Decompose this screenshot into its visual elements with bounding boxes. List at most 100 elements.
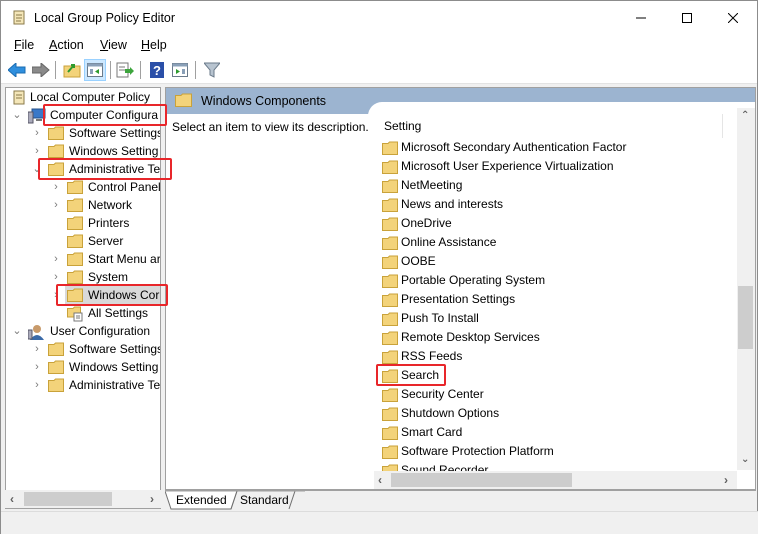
close-icon	[728, 12, 738, 23]
menu-file[interactable]: File	[14, 38, 34, 52]
tab-extended[interactable]: Extended	[176, 491, 227, 510]
back-button[interactable]	[6, 59, 28, 81]
tree-item-computer-configura[interactable]: ⌄ Computer Configura	[6, 106, 160, 124]
tree-item-software-settings[interactable]: › Software Settings	[6, 124, 160, 142]
menu-view[interactable]: View	[100, 38, 127, 52]
minimize-button[interactable]	[618, 1, 664, 34]
menu-help-label: elp	[150, 38, 167, 52]
tree-item-administrative-te[interactable]: › Administrative Te	[6, 376, 161, 394]
list-item-label: Search	[401, 368, 440, 382]
show-hide-action-pane-icon	[172, 63, 188, 77]
menu-action[interactable]: Action	[49, 38, 84, 52]
menu-view-accel: V	[100, 38, 109, 52]
chevron-right-icon[interactable]: ›	[32, 142, 42, 160]
scroll-up-icon[interactable]: ⌃	[741, 110, 749, 121]
tree-item-administrative-te[interactable]: ⌄ Administrative Te	[6, 160, 160, 178]
view-tabs: Extended Standard	[165, 490, 756, 510]
up-one-level-button[interactable]	[61, 59, 83, 81]
chevron-right-icon[interactable]: ›	[32, 340, 42, 358]
scroll-right-icon[interactable]: ›	[724, 473, 728, 487]
menu-help[interactable]: Help	[141, 38, 167, 52]
folder-icon	[382, 369, 398, 389]
tree-item-windows-setting[interactable]: › Windows Setting	[6, 142, 160, 160]
tree-item-label: Start Menu ar	[88, 252, 161, 266]
help-icon: ?	[150, 62, 164, 78]
tree-item-printers[interactable]: Printers	[6, 214, 160, 232]
tree-item-label: Server	[88, 234, 124, 248]
tree-item-server[interactable]: Server	[6, 232, 160, 250]
toolbar-separator	[140, 61, 141, 79]
list-item-label: Microsoft User Experience Virtualization	[401, 159, 614, 173]
scroll-left-icon[interactable]: ‹	[378, 473, 382, 487]
tree-item-label: Windows Setting	[69, 144, 159, 158]
chevron-right-icon[interactable]: ›	[51, 178, 61, 196]
show-hide-action-pane-button[interactable]	[169, 59, 191, 81]
scroll-down-icon[interactable]: ⌄	[741, 454, 749, 465]
folder-icon	[48, 378, 64, 392]
chevron-right-icon[interactable]: ›	[51, 286, 61, 304]
close-button[interactable]	[710, 1, 756, 34]
tree-item-windows-setting[interactable]: › Windows Setting	[6, 358, 160, 376]
chevron-right-icon[interactable]: ›	[32, 124, 42, 142]
tree-item-label: Windows Setting	[69, 360, 159, 374]
export-list-button[interactable]	[114, 59, 136, 81]
tree-item-network[interactable]: › Network	[6, 196, 160, 214]
back-arrow-icon	[8, 63, 26, 77]
chevron-down-icon[interactable]: ⌄	[32, 160, 42, 178]
tree-item-all-settings[interactable]: All Settings	[6, 304, 160, 322]
tree-item-label: Administrative Te	[69, 378, 161, 392]
folder-icon	[382, 312, 398, 332]
tree-item-software-settings[interactable]: › Software Settings	[6, 340, 161, 358]
maximize-icon	[682, 12, 692, 23]
chevron-down-icon[interactable]: ⌄	[12, 106, 22, 124]
scroll-left-icon[interactable]: ‹	[10, 492, 14, 506]
up-folder-icon	[63, 64, 81, 78]
maximize-button[interactable]	[664, 1, 710, 34]
list-item-label: OOBE	[401, 254, 436, 268]
show-hide-console-tree-button[interactable]	[84, 59, 106, 81]
folder-icon	[175, 93, 192, 110]
scroll-right-icon[interactable]: ›	[150, 492, 154, 506]
filter-button[interactable]	[201, 59, 223, 81]
chevron-down-icon[interactable]: ⌄	[12, 322, 22, 340]
description-text: Select an item to view its description.	[172, 120, 369, 134]
all-settings-icon	[67, 306, 83, 322]
chevron-right-icon[interactable]: ›	[51, 268, 61, 286]
policy-scroll-icon	[12, 90, 28, 105]
tree-item-label: System	[88, 270, 129, 284]
scrollbar-thumb[interactable]	[738, 286, 753, 349]
list-horizontal-scrollbar[interactable]: ‹ ›	[374, 471, 737, 489]
chevron-right-icon[interactable]: ›	[32, 376, 42, 394]
tree-item-windows-cor[interactable]: › Windows Cor	[6, 286, 160, 304]
chevron-right-icon[interactable]: ›	[51, 250, 61, 268]
forward-button[interactable]	[30, 59, 52, 81]
list-item-label: Software Protection Platform	[401, 444, 554, 458]
chevron-right-icon[interactable]: ›	[32, 358, 42, 376]
folder-icon	[67, 234, 83, 248]
app-window: Local Group Policy Editor File Action Vi…	[0, 0, 758, 534]
list-item-label: Security Center	[401, 387, 484, 401]
tree-item-control-panel[interactable]: › Control Panel	[6, 178, 160, 196]
list-item-label: RSS Feeds	[401, 349, 463, 363]
help-button[interactable]: ?	[146, 59, 168, 81]
chevron-right-icon[interactable]: ›	[51, 196, 61, 214]
tree-item-start-menu-ar[interactable]: › Start Menu ar	[6, 250, 161, 268]
list-item-label: NetMeeting	[401, 178, 463, 192]
column-divider[interactable]	[722, 114, 723, 138]
tree-horizontal-scrollbar[interactable]: ‹ ›	[5, 490, 161, 508]
tree-item-root[interactable]: Local Computer Policy	[6, 88, 160, 106]
folder-icon	[382, 198, 398, 218]
tab-standard[interactable]: Standard	[240, 491, 289, 510]
column-header-setting[interactable]: Setting	[384, 119, 421, 133]
tree-item-user-configuration[interactable]: ⌄ User Configuration	[6, 322, 160, 340]
list-item-label: Presentation Settings	[401, 292, 516, 306]
folder-icon	[382, 388, 398, 408]
tree-item-system[interactable]: › System	[6, 268, 160, 286]
scrollbar-thumb[interactable]	[24, 492, 112, 506]
folder-icon	[48, 144, 64, 158]
scrollbar-thumb[interactable]	[391, 473, 572, 487]
tree-item-label: All Settings	[88, 306, 149, 320]
list-vertical-scrollbar[interactable]: ⌃ ⌄	[737, 108, 755, 470]
tree-item-label: Software Settings	[69, 342, 161, 356]
pane-header-title: Windows Components	[201, 94, 327, 108]
